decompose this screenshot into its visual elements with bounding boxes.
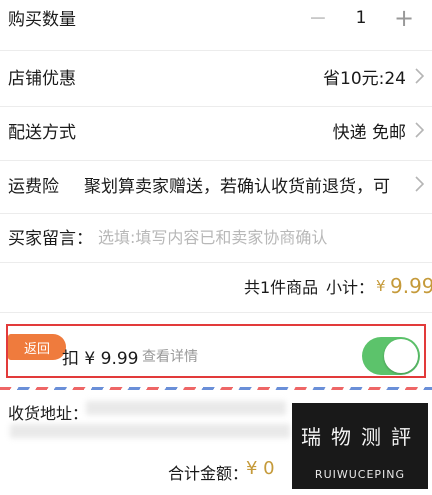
item-count: 共1件商品 [244,278,319,297]
quantity-row: 购买数量 − 1 + [0,0,432,34]
quantity-label: 购买数量 [8,9,76,30]
delivery-value: 快递 免邮 [332,122,406,143]
chevron-right-icon [412,66,426,86]
subtotal-row: 共1件商品 小计： ¥ 9.99 [0,268,432,304]
delivery-label: 配送方式 [8,122,76,143]
subtotal-amount: 9.99 [390,274,432,298]
minus-button[interactable]: − [300,2,336,34]
watermark-char: 瑞 [301,424,321,449]
chevron-right-icon [412,174,426,194]
shipping-insurance-row[interactable]: 运费险 聚划算卖家赠送，若确认收货前退货，可... [0,164,432,204]
shipping-insurance-desc: 聚划算卖家赠送，若确认收货前退货，可... [84,176,390,197]
divider [0,50,432,51]
quantity-value: 1 [355,8,367,28]
buyer-message-row: 买家留言： 选填:填写内容已和卖家协商确认 [0,216,432,256]
total-label: 合计金额： [168,464,249,483]
store-discount-row[interactable]: 店铺优惠 省10元:24 [0,56,432,96]
discount-toggle[interactable] [362,337,420,375]
discount-text: 扣 ¥ 9.99 [62,349,139,369]
plus-icon: + [393,4,415,32]
quantity-stepper[interactable]: − 1 + [300,2,422,34]
divider [0,262,432,263]
watermark-char: 物 [331,424,351,449]
toggle-knob [384,339,418,373]
buyer-message-input[interactable]: 选填:填写内容已和卖家协商确认 [98,224,327,248]
watermark-chars: 瑞 物 测 評 [300,411,412,459]
divider [0,106,432,107]
watermark-subtitle: RUIWUCEPING [314,468,406,481]
chevron-right-icon [412,120,426,140]
details-link[interactable]: 查看详情 [142,346,198,366]
watermark-char: 测 [361,424,381,449]
minus-icon: − [308,5,328,31]
buyer-message-label: 买家留言： [8,228,93,249]
subtotal-currency: ¥ [376,277,386,295]
divider [0,160,432,161]
watermark-char: 評 [391,424,411,449]
plus-button[interactable]: + [386,2,422,34]
delivery-row[interactable]: 配送方式 快递 免邮 [0,110,432,150]
divider [0,312,432,313]
airmail-border [0,387,432,390]
divider [0,213,432,214]
address-blur [86,401,286,415]
shipping-insurance-label: 运费险 [8,176,59,197]
store-discount-value: 省10元:24 [323,68,406,89]
total-value: ¥ 0 [246,458,275,479]
address-label: 收货地址： [8,404,89,423]
back-button[interactable]: 返回 [8,334,66,360]
store-discount-label: 店铺优惠 [8,68,76,89]
watermark: 瑞 物 测 評 RUIWUCEPING [292,403,428,489]
subtotal-label: 小计： [326,278,375,297]
address-blur [10,424,290,438]
